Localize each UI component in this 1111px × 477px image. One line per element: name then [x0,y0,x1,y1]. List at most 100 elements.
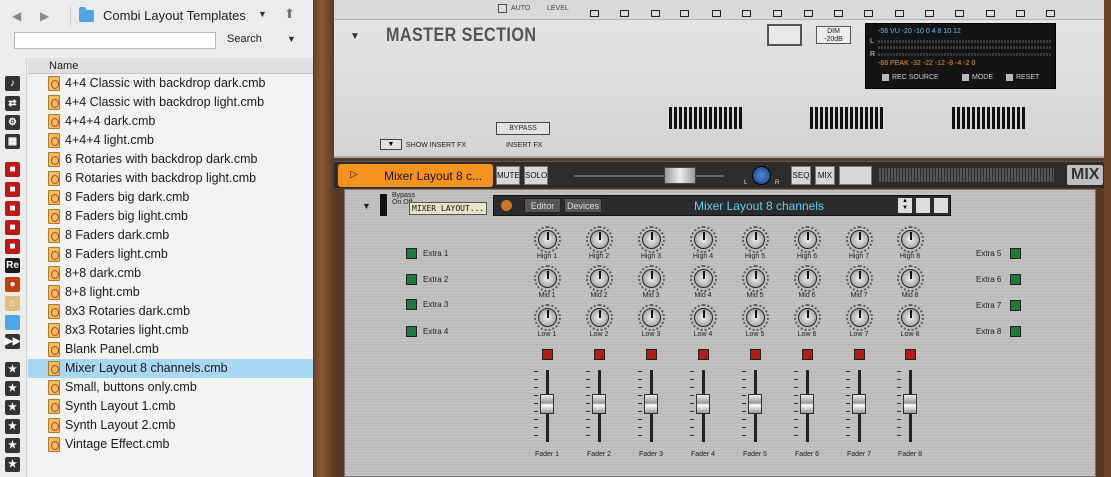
seq-button[interactable]: SEQ [791,166,811,185]
mute-button[interactable]: MUTE [496,166,520,185]
extra-button-8[interactable] [1010,326,1021,337]
mid-knob-2[interactable] [590,269,609,288]
file-list-item[interactable]: Blank Panel.cmb [28,340,313,359]
file-list-item[interactable]: Mixer Layout 8 channels.cmb [28,359,313,378]
file-list-item[interactable]: 8 Faders light.cmb [28,245,313,264]
folder-icon[interactable] [5,315,20,330]
extra-button-4[interactable] [406,326,417,337]
rack-device-icon[interactable]: ■ [5,220,20,235]
file-list-item[interactable]: Vintage Effect.cmb [28,435,313,454]
forward-arrow-icon[interactable]: ▶ [40,6,49,26]
low-knob-4[interactable] [694,308,713,327]
search-input[interactable] [14,32,216,49]
low-knob-6[interactable] [798,308,817,327]
low-knob-7[interactable] [850,308,869,327]
browse-patch-folder-icon[interactable] [916,198,930,213]
favorites-icon[interactable]: ★ [5,400,20,415]
high-knob-4[interactable] [694,230,713,249]
solo-button[interactable]: SOLO [524,166,548,185]
channel-mute-button-1[interactable] [542,349,553,360]
mid-knob-5[interactable] [746,269,765,288]
save-patch-icon[interactable] [934,198,948,213]
fader-handle-5[interactable] [748,394,762,414]
file-list-item[interactable]: 6 Rotaries with backdrop light.cmb [28,169,313,188]
high-knob-8[interactable] [901,230,920,249]
fader-handle-4[interactable] [696,394,710,414]
file-list-item[interactable]: 4+4 Classic with backdrop dark.cmb [28,74,313,93]
collapse-triangle-icon[interactable]: ▼ [350,31,360,42]
show-insert-fx-button[interactable]: ▼ [380,139,402,150]
fader-handle-8[interactable] [903,394,917,414]
device-name-tape[interactable]: MIXER LAYOUT... [409,202,487,215]
column-header-name[interactable]: Name [28,58,313,74]
low-knob-1[interactable] [538,308,557,327]
extra-button-3[interactable] [406,299,417,310]
mid-knob-7[interactable] [850,269,869,288]
favorites-icon[interactable]: ★ [5,419,20,434]
instruments-icon[interactable]: ♪ [5,76,20,91]
file-list-item[interactable]: 8 Faders big light.cmb [28,207,313,226]
back-arrow-icon[interactable]: ◀ [12,6,21,26]
favorites-icon[interactable]: ★ [5,457,20,472]
channel-name-tab[interactable]: ▷ Mixer Layout 8 c... [338,164,493,187]
home-icon[interactable]: ⌂ [5,296,20,311]
bypass-switch[interactable] [380,194,387,216]
editor-button[interactable]: Editor [524,198,561,213]
pan-knob[interactable] [752,166,771,185]
devices-button[interactable]: Devices [564,198,602,213]
channel-mute-button-6[interactable] [802,349,813,360]
channel-fader-handle[interactable] [664,167,696,184]
channel-mute-button-5[interactable] [750,349,761,360]
patch-select-arrows-icon[interactable]: ▲ ▼ [898,198,912,213]
file-list-item[interactable]: 4+4 Classic with backdrop light.cmb [28,93,313,112]
rack-device-icon[interactable]: ■ [5,162,20,177]
bypass-button[interactable]: BYPASS [496,122,550,135]
mix-button[interactable]: MIX [815,166,835,185]
rack-device-icon[interactable]: ■ [5,201,20,216]
file-list-item[interactable]: 8 Faders big dark.cmb [28,188,313,207]
file-list-item[interactable]: 8x3 Rotaries light.cmb [28,321,313,340]
low-knob-3[interactable] [642,308,661,327]
mid-knob-8[interactable] [901,269,920,288]
auto-checkbox[interactable] [498,4,507,13]
file-list-item[interactable]: 8x3 Rotaries dark.cmb [28,302,313,321]
mid-knob-3[interactable] [642,269,661,288]
high-knob-6[interactable] [798,230,817,249]
waveform-button[interactable] [767,24,802,46]
fader-handle-6[interactable] [800,394,814,414]
search-options-chevron-icon[interactable]: ▼ [287,34,296,44]
file-list-item[interactable]: 4+4+4 dark.cmb [28,112,313,131]
patch-name[interactable]: Mixer Layout 8 channels [664,198,854,214]
high-knob-3[interactable] [642,230,661,249]
favorites-icon[interactable]: ★ [5,362,20,377]
extra-button-2[interactable] [406,274,417,285]
low-knob-8[interactable] [901,308,920,327]
fader-handle-2[interactable] [592,394,606,414]
channel-mute-button-3[interactable] [646,349,657,360]
channel-mute-button-2[interactable] [594,349,605,360]
extra-button-1[interactable] [406,248,417,259]
extra-button-5[interactable] [1010,248,1021,259]
extra-button-7[interactable] [1010,300,1021,311]
shop-icon[interactable]: ● [5,277,20,292]
file-list-item[interactable]: 6 Rotaries with backdrop dark.cmb [28,150,313,169]
rack-device-icon[interactable]: ■ [5,239,20,254]
favorites-icon[interactable]: ★ [5,438,20,453]
reason-icon[interactable]: Re [5,258,20,273]
high-knob-7[interactable] [850,230,869,249]
favorites-icon[interactable]: ★ [5,381,20,396]
high-knob-5[interactable] [746,230,765,249]
channel-mute-button-7[interactable] [854,349,865,360]
mid-knob-1[interactable] [538,269,557,288]
fader-handle-7[interactable] [852,394,866,414]
high-knob-2[interactable] [590,230,609,249]
dim-button[interactable]: DIM -20dB [816,26,851,44]
up-arrow-icon[interactable]: ⬆ [284,6,295,22]
collapse-triangle-icon[interactable]: ▼ [362,201,371,211]
search-button[interactable]: Search [227,33,262,45]
effects-icon[interactable]: ⇄ [5,96,20,111]
channel-mute-button-4[interactable] [698,349,709,360]
channel-fader-track[interactable] [574,175,724,177]
patterns-icon[interactable]: ▦ [5,134,20,149]
play-triangle-icon[interactable]: ▷ [350,169,358,180]
